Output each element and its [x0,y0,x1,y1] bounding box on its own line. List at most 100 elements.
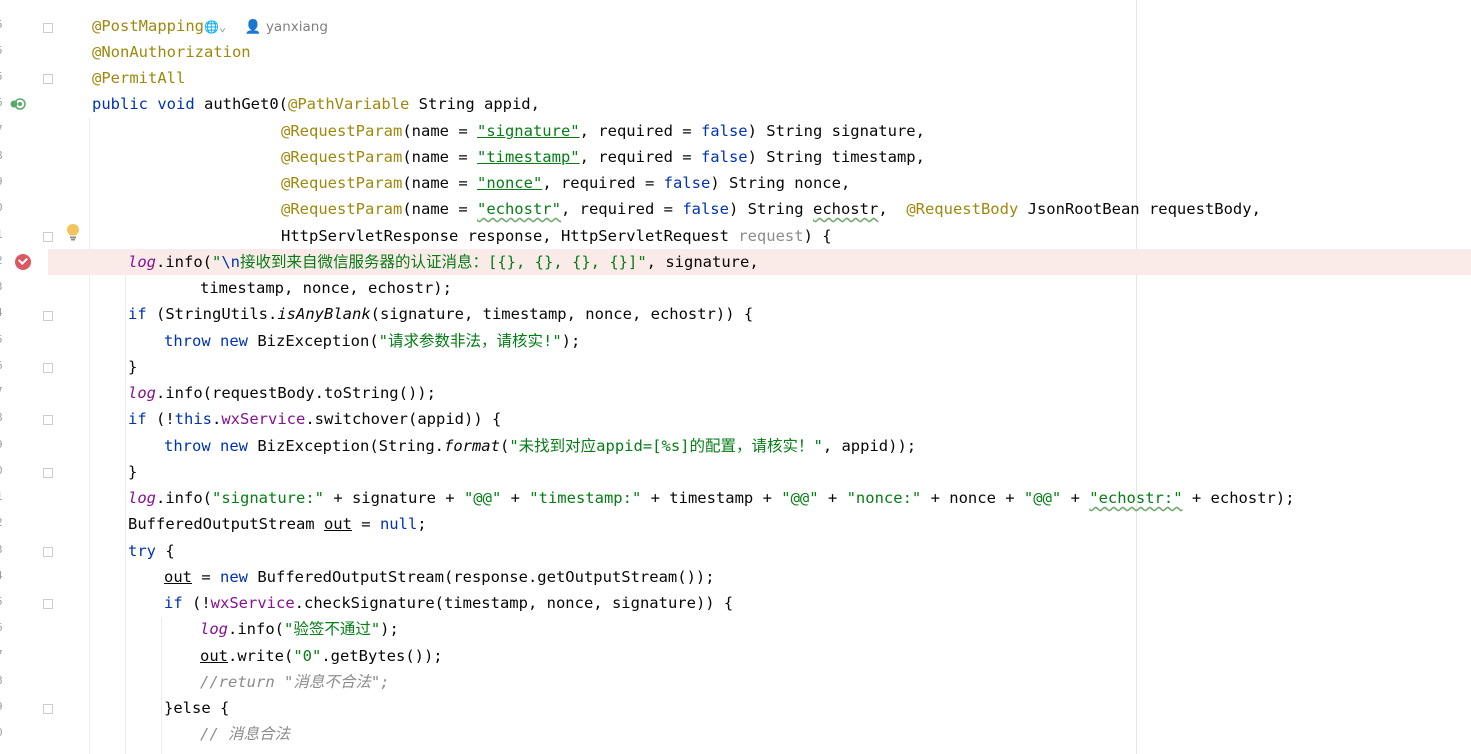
code-line-15: log.info(requestBody.toString()); [128,380,436,406]
editor-gutter: 5 5 5 6 7 8 9 0 1 2 3 4 5 6 7 8 9 0 1 2 … [0,0,48,754]
annotation-token: @RequestBody [906,200,1019,218]
line-number: 5 [0,18,6,31]
keyword-token: if [164,594,183,612]
code-text: + signature + [323,489,464,507]
code-line-8: @RequestParam(name = "echostr", required… [281,196,1261,222]
keyword-token: void [157,95,195,113]
code-text: .checkSignature(timestamp, nonce, signat… [294,594,734,612]
code-text: ( [499,437,510,455]
fold-marker[interactable] [43,232,53,242]
code-text: ) String [728,200,813,218]
code-line-13: throw new BizException("请求参数非法，请核实!"); [164,328,580,354]
line-number: 7 [0,648,6,661]
code-line-14: } [128,358,138,376]
code-text: .info( [156,489,212,507]
fold-marker[interactable] [43,704,53,714]
annotation-token: @PostMapping [92,17,204,35]
code-text: (name = [402,148,477,166]
code-line-7: @RequestParam(name = "nonce", required =… [281,170,850,196]
escape-token: \n [221,253,241,271]
code-line-18: } [128,463,138,481]
annotation-token: @RequestParam [281,174,403,192]
keyword-token: new [220,437,249,455]
code-text: + timestamp + [641,489,782,507]
code-text: ) String nonce, [710,174,851,192]
code-text: , required = [560,200,683,218]
globe-icon[interactable]: 🌐⌄ [204,14,226,40]
code-line-5: @RequestParam(name = "signature", requir… [281,118,925,144]
code-text: (name = [402,174,477,192]
fold-marker[interactable] [43,468,53,478]
fold-marker[interactable] [43,23,53,33]
keyword-token: new [220,332,249,350]
code-text: + [1061,489,1090,507]
author-inlay[interactable]: 👤 yanxiang [245,19,328,35]
annotation-token: @RequestParam [281,200,403,218]
variable-token: echostr [812,200,879,218]
line-number: 3 [0,280,6,293]
string-token: "@@" [781,489,819,507]
code-text: ); [561,332,581,350]
fold-marker[interactable] [43,311,53,321]
code-text: ) { [803,227,832,245]
method-name: authGet0( [194,95,288,113]
string-token: 接收到来自微信服务器的认证消息：[{}, {}, {}, {}]" [240,253,647,271]
code-text: .switchover(appid)) { [305,410,502,428]
string-token: "nonce:" [846,489,922,507]
code-line-23: if (!wxService.checkSignature(timestamp,… [164,590,733,616]
line-number: 2 [0,254,6,267]
string-token: "echostr:" [1089,489,1183,507]
code-text: (! [182,594,211,612]
code-line-4: public void authGet0(@PathVariable Strin… [92,91,540,117]
endpoint-run-icon[interactable] [10,97,26,111]
code-line-11: timestamp, nonce, echostr); [200,279,452,297]
code-text: { [156,542,175,560]
code-text: .info( [156,253,212,271]
line-number: 5 [0,44,6,57]
variable-token: out [200,647,228,665]
unused-param: request [738,227,804,245]
line-number: 5 [0,595,6,608]
fold-marker[interactable] [43,74,53,84]
static-method: isAnyBlank [277,305,371,323]
line-number: 8 [0,411,6,424]
code-line-3: @PermitAll [92,69,186,87]
code-text: JsonRootBean requestBody, [1018,200,1261,218]
line-number: 6 [0,359,6,372]
field-token: wxService [210,594,295,612]
code-text: , required = [579,148,701,166]
string-token: "timestamp" [476,148,580,166]
line-number: 2 [0,516,6,529]
code-line-17: throw new BizException(String.format("未找… [164,433,916,459]
string-token: " [212,253,222,271]
code-text: = [351,515,380,533]
code-text: HttpServletResponse response, HttpServle… [281,227,739,245]
fold-marker[interactable] [43,599,53,609]
annotation-token: @RequestParam [281,148,403,166]
string-token: "0" [293,647,322,665]
keyword-token: false [700,148,748,166]
field-token: wxService [221,410,306,428]
fold-marker[interactable] [43,547,53,557]
breakpoint-icon[interactable] [15,254,31,270]
annotation-token: @RequestParam [281,122,403,140]
line-number: 5 [0,333,6,346]
line-number: 6 [0,621,6,634]
lightbulb-icon[interactable] [66,223,80,241]
fold-marker[interactable] [43,363,53,373]
code-text: = [192,568,220,586]
line-number: 4 [0,306,6,319]
code-text: BizException(String. [248,437,444,455]
string-token: "nonce" [476,174,543,192]
code-line-1: @PostMapping🌐⌄ 👤 yanxiang [92,13,328,39]
code-text: , appid)); [822,437,917,455]
fold-marker[interactable] [43,415,53,425]
code-text: (! [146,410,175,428]
code-line-20: BufferedOutputStream out = null; [128,511,427,537]
keyword-token: false [663,174,711,192]
code-text: .info(requestBody.toString()); [156,384,436,402]
user-icon: 👤 [244,19,262,35]
code-text: , [878,200,907,218]
keyword-token: throw [164,332,211,350]
string-token: "timestamp:" [529,489,642,507]
